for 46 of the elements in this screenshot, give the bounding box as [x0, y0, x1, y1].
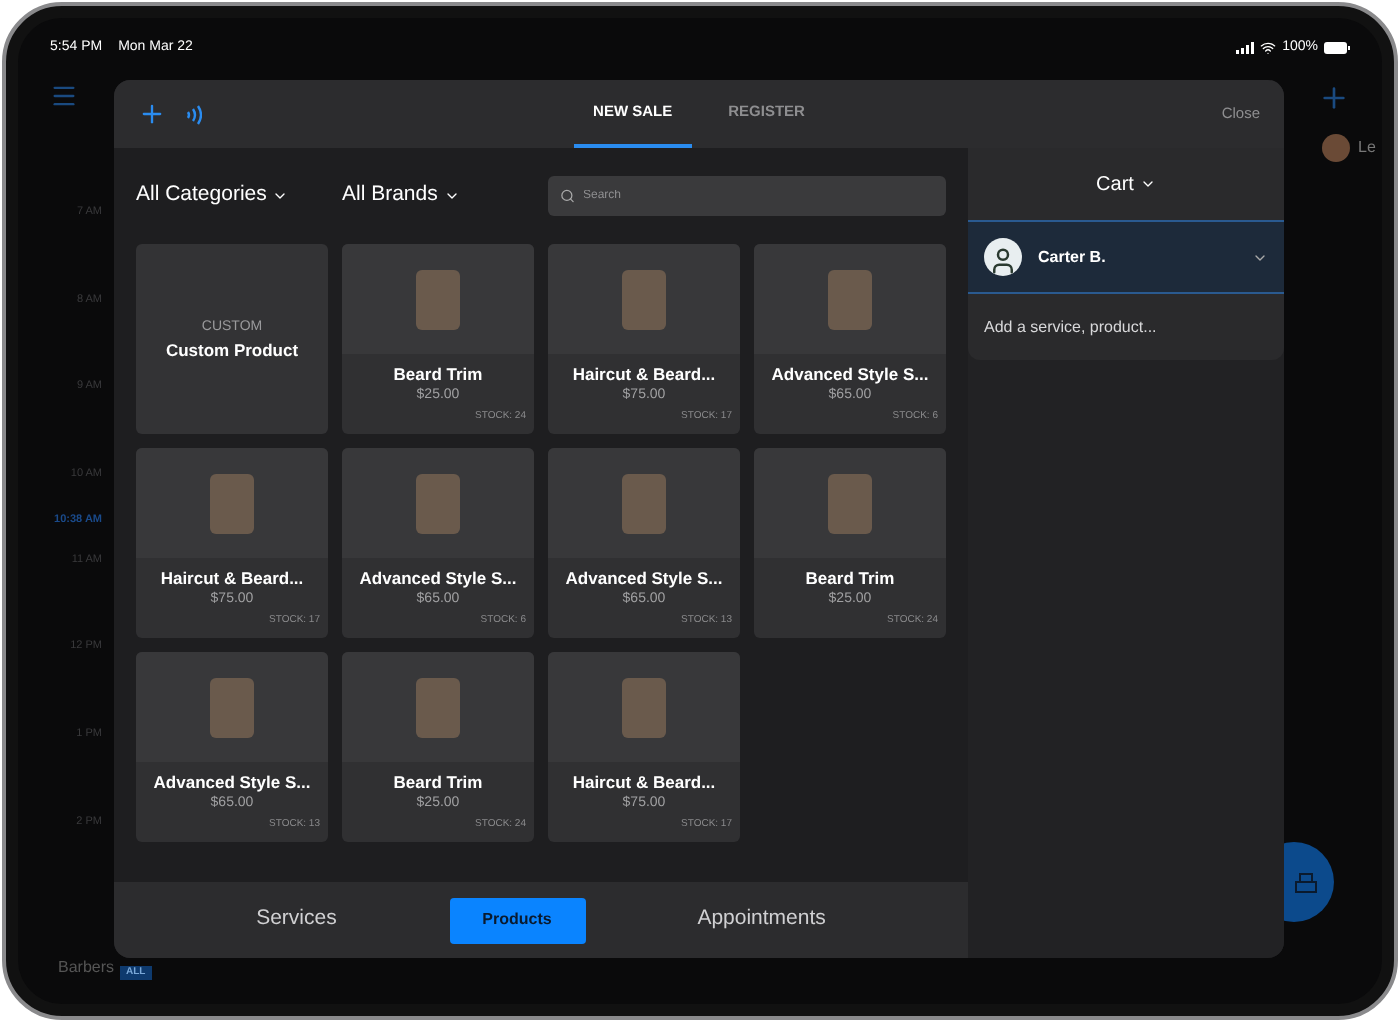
- product-photo-placeholder: [622, 677, 666, 737]
- product-photo-placeholder: [416, 269, 460, 329]
- customer-row[interactable]: Carter B.: [968, 220, 1284, 294]
- product-name: Beard Trim: [393, 772, 483, 794]
- staff-name: Le: [1358, 136, 1378, 160]
- chevron-down-icon: [1139, 176, 1156, 192]
- product-name: Haircut & Beard...: [160, 568, 304, 590]
- add-icon[interactable]: [1318, 82, 1350, 114]
- avatar: [1322, 134, 1350, 162]
- cart-dropdown[interactable]: Cart: [1096, 169, 1156, 199]
- product-photo-placeholder: [828, 269, 872, 329]
- product-name: Haircut & Beard...: [572, 364, 716, 386]
- product-photo-placeholder: [828, 473, 872, 533]
- product-photo-placeholder: [416, 473, 460, 533]
- product-name: Advanced Style S...: [771, 364, 929, 386]
- contactless-icon[interactable]: [186, 103, 202, 125]
- barbers-label: Barbers: [58, 956, 115, 980]
- category-dropdown[interactable]: All Categories: [136, 180, 342, 212]
- brand-dropdown[interactable]: All Brands: [342, 180, 548, 212]
- bottom-tab[interactable]: Products: [449, 897, 586, 943]
- add-icon[interactable]: [138, 100, 166, 128]
- product-photo-placeholder: [210, 473, 254, 533]
- menu-icon[interactable]: [50, 82, 78, 110]
- chevron-down-icon: [443, 188, 460, 204]
- product-name: Advanced Style S...: [153, 772, 311, 794]
- person-icon: [988, 246, 1018, 276]
- product-photo-placeholder: [416, 677, 460, 737]
- customer-name: Carter B.: [1038, 245, 1108, 269]
- chevron-down-icon: [272, 188, 289, 204]
- product-photo-placeholder: [622, 473, 666, 533]
- signal-icon: [1236, 42, 1255, 54]
- product-name: Advanced Style S...: [359, 568, 517, 590]
- battery-icon: [1324, 42, 1350, 54]
- bottom-tab[interactable]: Services: [244, 904, 349, 936]
- product-name: Advanced Style S...: [565, 568, 723, 590]
- bottom-tab[interactable]: Appointments: [685, 904, 838, 936]
- product-name: Custom Product: [165, 337, 299, 361]
- product-photo-placeholder: [622, 269, 666, 329]
- product-name: Beard Trim: [805, 568, 895, 590]
- product-name: Beard Trim: [393, 364, 483, 386]
- add-item-prompt[interactable]: Add a service, product...: [984, 315, 1157, 339]
- cash-register-icon: [1294, 870, 1318, 894]
- product-name: Haircut & Beard...: [572, 772, 716, 794]
- wifi-icon: [1260, 40, 1277, 56]
- search-icon: [560, 188, 575, 204]
- product-photo-placeholder: [210, 677, 254, 737]
